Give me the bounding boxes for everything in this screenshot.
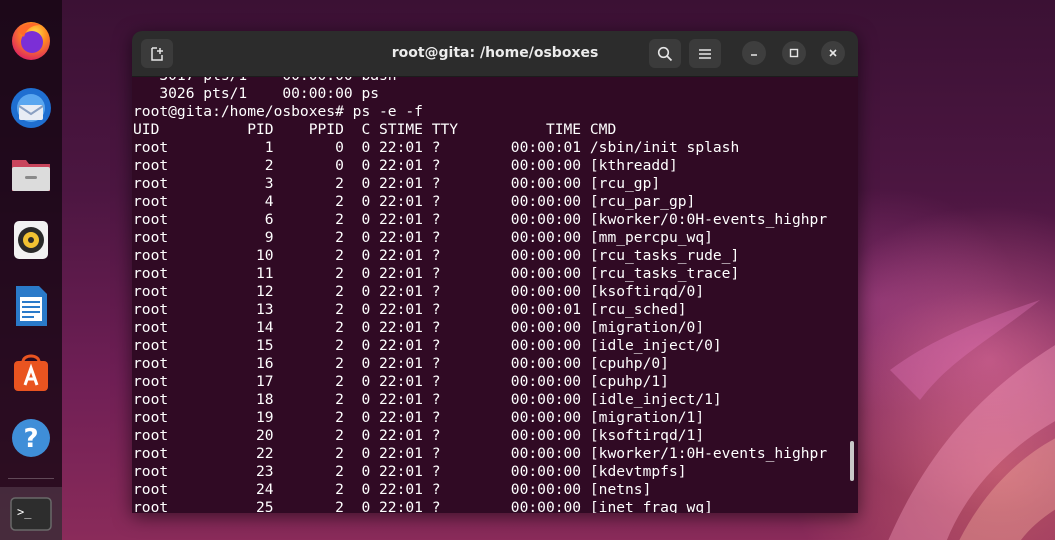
rhythmbox-icon <box>14 221 48 259</box>
terminal-line: root 23 2 0 22:01 ? 00:00:00 [kdevtmpfs] <box>133 463 687 480</box>
title-bar[interactable]: root@gita: /home/osboxes <box>132 31 858 77</box>
terminal-icon: >_ <box>10 497 52 531</box>
terminal-line: root 14 2 0 22:01 ? 00:00:00 [migration/… <box>133 319 705 336</box>
libreoffice-writer-icon <box>16 286 47 326</box>
wallpaper-swoosh <box>888 300 1055 540</box>
terminal-line: 3026 pts/1 00:00:00 ps <box>133 85 380 102</box>
app-center-icon <box>14 354 48 391</box>
terminal-line: root 22 2 0 22:01 ? 00:00:00 [kworker/1:… <box>133 445 828 462</box>
terminal-line: root 16 2 0 22:01 ? 00:00:00 [cpuhp/0] <box>133 355 669 372</box>
terminal-line: root 13 2 0 22:01 ? 00:00:01 [rcu_sched] <box>133 301 687 318</box>
terminal-line: root 15 2 0 22:01 ? 00:00:00 [idle_injec… <box>133 337 722 354</box>
files-icon <box>12 160 50 191</box>
help-icon: ? <box>12 419 50 457</box>
terminal-line: root 17 2 0 22:01 ? 00:00:00 [cpuhp/1] <box>133 373 669 390</box>
dock-terminal[interactable]: >_ <box>7 490 55 538</box>
desktop: ? >_ root@gita: /home/osboxes 3026 pts/1… <box>0 0 1055 540</box>
terminal-line: root 2 0 0 22:01 ? 00:00:00 [kthreadd] <box>133 157 678 174</box>
minimize-icon <box>751 54 757 56</box>
terminal-glyph: >_ <box>17 505 32 519</box>
terminal-line: root 25 2 0 22:01 ? 00:00:00 [inet_frag_… <box>133 499 713 513</box>
close-button[interactable] <box>821 41 845 65</box>
terminal-line: UID PID PPID C STIME TTY TIME CMD <box>133 121 617 138</box>
close-icon <box>829 49 837 57</box>
hamburger-menu-icon <box>699 48 711 59</box>
dock-separator <box>8 478 54 479</box>
new-tab-icon <box>151 46 163 61</box>
terminal-output[interactable]: 3017 pts/1 00:00:00 bash 3026 pts/1 00:0… <box>132 77 858 513</box>
dock-rhythmbox[interactable] <box>7 216 55 264</box>
maximize-button[interactable] <box>782 41 806 65</box>
dock-firefox[interactable] <box>7 16 55 64</box>
firefox-icon <box>12 22 50 60</box>
new-tab-button[interactable] <box>141 39 173 68</box>
dock-files[interactable] <box>7 150 55 198</box>
terminal-line: root 24 2 0 22:01 ? 00:00:00 [netns] <box>133 481 652 498</box>
thunderbird-icon <box>11 88 51 128</box>
maximize-icon <box>789 48 799 58</box>
dock: ? >_ <box>0 0 62 540</box>
terminal-line: root 6 2 0 22:01 ? 00:00:00 [kworker/0:0… <box>133 211 828 228</box>
dock-help[interactable]: ? <box>7 414 55 462</box>
terminal-lines: 3017 pts/1 00:00:00 bash 3026 pts/1 00:0… <box>133 77 827 513</box>
search-button[interactable] <box>649 39 681 68</box>
terminal-line: root 1 0 0 22:01 ? 00:00:01 /sbin/init s… <box>133 139 740 156</box>
scrollbar-thumb[interactable] <box>850 441 854 481</box>
search-icon <box>657 46 673 61</box>
dock-thunderbird[interactable] <box>7 84 55 132</box>
menu-button[interactable] <box>689 39 721 68</box>
svg-text:?: ? <box>23 424 38 454</box>
terminal-line: root 4 2 0 22:01 ? 00:00:00 [rcu_par_gp] <box>133 193 696 210</box>
terminal-line: root 12 2 0 22:01 ? 00:00:00 [ksoftirqd/… <box>133 283 705 300</box>
terminal-line: root 20 2 0 22:01 ? 00:00:00 [ksoftirqd/… <box>133 427 705 444</box>
terminal-line: root 9 2 0 22:01 ? 00:00:00 [mm_percpu_w… <box>133 229 713 246</box>
terminal-line: 3017 pts/1 00:00:00 bash <box>133 77 827 85</box>
terminal-line: root 11 2 0 22:01 ? 00:00:00 [rcu_tasks_… <box>133 265 740 282</box>
terminal-line: root 3 2 0 22:01 ? 00:00:00 [rcu_gp] <box>133 175 661 192</box>
minimize-button[interactable] <box>742 41 766 65</box>
terminal-line: root@gita:/home/osboxes# ps -e -f <box>133 103 423 120</box>
dock-app-center[interactable] <box>7 348 55 396</box>
terminal-line: root 10 2 0 22:01 ? 00:00:00 [rcu_tasks_… <box>133 247 740 264</box>
terminal-window: root@gita: /home/osboxes 3026 pts/1 00:0… <box>132 31 858 513</box>
dock-writer[interactable] <box>7 282 55 330</box>
terminal-line: root 19 2 0 22:01 ? 00:00:00 [migration/… <box>133 409 705 426</box>
terminal-line: root 18 2 0 22:01 ? 00:00:00 [idle_injec… <box>133 391 722 408</box>
